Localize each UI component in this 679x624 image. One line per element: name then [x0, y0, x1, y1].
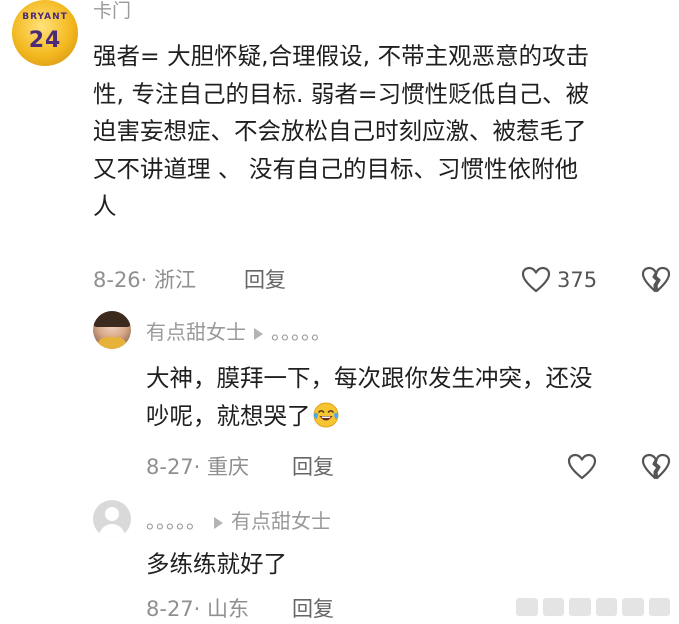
reply-button[interactable]: 回复 [244, 267, 286, 293]
reply-username[interactable]: 。。。。。 [146, 509, 206, 533]
reply-line: 大神，膜拜一下，每次跟你发生冲突，还没 [146, 364, 593, 392]
broken-heart-icon[interactable] [640, 264, 672, 296]
watermark-block [542, 598, 564, 616]
heart-outline-icon[interactable] [520, 264, 552, 296]
avatar[interactable] [93, 500, 131, 538]
avatar-hair-shape [93, 311, 131, 327]
avatar-head-shape [105, 507, 119, 521]
watermark-block [516, 598, 538, 616]
reply-username[interactable]: 有点甜女士 [146, 320, 246, 344]
avatar-body-shape [99, 524, 125, 538]
avatar[interactable] [93, 311, 131, 349]
reply-button[interactable]: 回复 [292, 596, 334, 622]
reply-button[interactable]: 回复 [292, 454, 334, 480]
reply-line-with-emoji: 吵呢，就想哭了 [146, 397, 646, 435]
watermark-block [595, 598, 617, 616]
like-count: 375 [557, 268, 598, 292]
reply-text: 多练练就好了 [146, 545, 646, 583]
comment-line: 又不讲道理 、 没有自己的目标、习惯性依附他 [93, 154, 578, 183]
broken-heart-icon[interactable] [640, 451, 672, 483]
comment-line: 人 [93, 192, 117, 220]
reply-header: 有点甜女士 。。。。。 [146, 320, 331, 344]
watermark-block [648, 598, 670, 616]
heart-outline-icon[interactable] [566, 451, 598, 483]
watermark [516, 596, 670, 618]
reply-header: 。。。。。 有点甜女士 [146, 509, 331, 533]
reply-arrow-icon [214, 516, 223, 529]
jersey-number-text: 24 [28, 28, 62, 53]
reply-line: 多练练就好了 [146, 550, 287, 578]
reply-to-username[interactable]: 。。。。。 [271, 320, 331, 344]
comment-line: 迫害妄想症、不会放松自己时刻应激、被惹毛了 [93, 117, 587, 145]
comment-date-location: 8-26· 浙江 [93, 268, 197, 292]
avatar-shirt-shape [97, 337, 127, 349]
reply-text: 大神，膜拜一下，每次跟你发生冲突，还没 吵呢，就想哭了 [146, 359, 646, 435]
tears-of-joy-emoji [313, 402, 338, 428]
jersey-name-text: BRYANT [22, 12, 68, 22]
comment-text: 强者= 大胆怀疑,合理假设, 不带主观恶意的攻击 性, 专注自己的目标. 弱者=… [93, 38, 671, 226]
watermark-block [622, 598, 644, 616]
avatar[interactable]: BRYANT 24 [12, 0, 78, 66]
comment-line: 强者= 大胆怀疑,合理假设, 不带主观恶意的攻击 [93, 42, 590, 70]
reply-date-location: 8-27· 重庆 [146, 455, 250, 479]
comment-line: 性, 专注自己的目标. 弱者=习惯性贬低自己、被 [93, 79, 590, 108]
comment-username[interactable]: 卡门 [93, 0, 131, 22]
reply-date-location: 8-27· 山东 [146, 597, 250, 621]
reply-to-username[interactable]: 有点甜女士 [231, 509, 331, 533]
reply-arrow-icon [254, 327, 263, 340]
watermark-block [569, 598, 591, 616]
reply-line: 吵呢，就想哭了 [146, 402, 311, 430]
